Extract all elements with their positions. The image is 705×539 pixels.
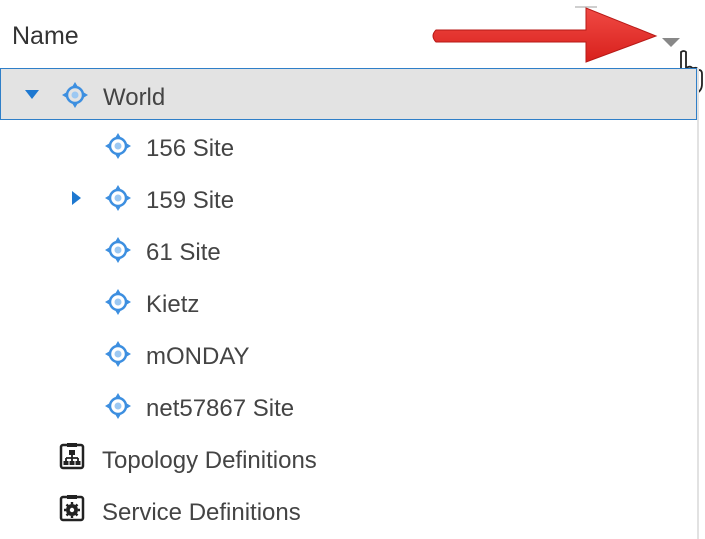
column-header-label: Name	[12, 22, 79, 50]
tree-node-label: mONDAY	[146, 343, 250, 370]
tree-node-service-definitions[interactable]: Service Definitions	[0, 484, 697, 536]
tree-node-label: net57867 Site	[146, 395, 295, 422]
crosshair-site-icon	[105, 393, 131, 419]
tree-node-label: Topology Definitions	[102, 447, 317, 474]
expanded-chevron-icon[interactable]	[25, 90, 39, 99]
tree-node-site[interactable]: 156 Site	[0, 120, 697, 172]
crosshair-site-icon	[105, 133, 131, 159]
crosshair-site-icon	[105, 185, 131, 211]
tree-node-label: Service Definitions	[102, 499, 301, 526]
column-header[interactable]: Name	[0, 0, 697, 68]
tree-node-site[interactable]: 61 Site	[0, 224, 697, 276]
panel-right-border	[697, 68, 699, 539]
tree-node-site[interactable]: 159 Site	[0, 172, 697, 224]
service-definitions-icon	[59, 495, 85, 522]
crosshair-site-icon	[105, 237, 131, 263]
tree-node-label: 159 Site	[146, 187, 235, 214]
topology-definitions-icon	[59, 443, 85, 470]
tree-node-label: 61 Site	[146, 239, 221, 266]
tree-node-label: World	[103, 84, 166, 111]
crosshair-site-icon	[105, 289, 131, 315]
tree-node-site[interactable]: net57867 Site	[0, 380, 697, 432]
tree-node-topology-definitions[interactable]: Topology Definitions	[0, 432, 697, 484]
site-tree: World 156 Site 159 Site 61 Site Kietz mO…	[0, 68, 697, 536]
crosshair-site-icon	[105, 341, 131, 367]
tree-node-label: Kietz	[146, 291, 200, 318]
tree-node-label: 156 Site	[146, 135, 235, 162]
navigation-tree-panel: Name World 156 Site 159 Site 61 Site Kie…	[0, 0, 705, 539]
annotation-arrow-icon	[432, 7, 658, 63]
tree-node-site[interactable]: Kietz	[0, 276, 697, 328]
tree-node-world[interactable]: World	[0, 68, 697, 120]
tree-node-site[interactable]: mONDAY	[0, 328, 697, 380]
crosshair-site-icon	[62, 82, 88, 108]
collapsed-chevron-icon[interactable]	[72, 191, 81, 205]
column-menu-dropdown-icon[interactable]	[662, 38, 680, 47]
